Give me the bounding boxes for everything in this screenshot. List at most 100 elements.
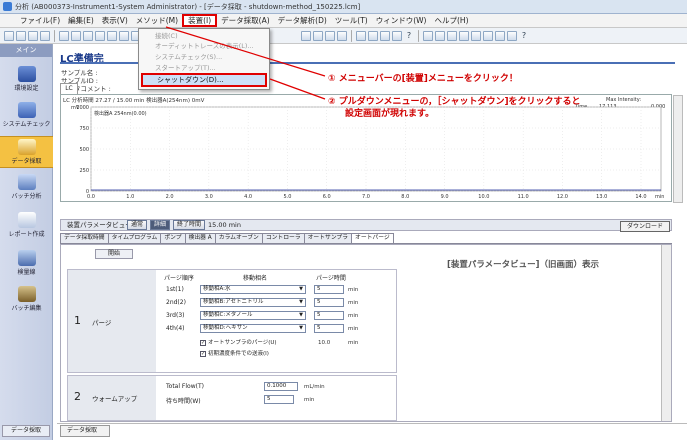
solvent-select[interactable]: 移動相A:水 ▼ [200, 285, 306, 294]
initial-condition-checkbox[interactable]: ✓ 初期濃度条件での送液(I) [200, 349, 269, 357]
help-icon[interactable]: ? [404, 31, 414, 41]
menu-window[interactable]: ウィンドウ(W) [372, 14, 431, 27]
tab-pump[interactable]: ポンプ [160, 233, 186, 243]
dropdown-item-connect[interactable]: 接続(C) [139, 31, 269, 41]
toolbar: ? ? [0, 28, 687, 44]
menu-acquisition[interactable]: データ採取(A) [217, 14, 273, 27]
menu-edit[interactable]: 編集(E) [64, 14, 98, 27]
x-tick-label: 2.0 [166, 194, 174, 200]
sidebar-item-calibration[interactable]: 検量線 [0, 248, 53, 280]
dropdown-item-system-check[interactable]: システムチェック(S)... [139, 52, 269, 62]
autosampler-purge-checkbox[interactable]: ✓ オートサンプラのパージ(U) [200, 338, 277, 346]
bottom-tab-data-acquisition[interactable]: データ採取 [60, 425, 110, 437]
checkbox-label: オートサンプラのパージ(U) [208, 340, 277, 346]
tab-time-program[interactable]: タイムプログラム [107, 233, 162, 243]
tool16-icon[interactable] [507, 30, 517, 41]
sidebar-item-environment[interactable]: 環境設定 [0, 64, 53, 96]
x-tick-label: 9.0 [441, 194, 449, 200]
tool3-icon[interactable] [325, 30, 335, 41]
tool8-icon[interactable] [392, 30, 402, 41]
menu-analysis[interactable]: データ解析(D) [274, 14, 331, 27]
tool11-icon[interactable] [447, 30, 457, 41]
sidebar-item-report[interactable]: レポート作成 [0, 210, 53, 242]
tool14-icon[interactable] [483, 30, 493, 41]
purge-time-input[interactable]: 5 [314, 311, 344, 320]
unit-label: min [348, 313, 359, 319]
dropdown-item-shutdown[interactable]: シャットダウン(D)... [141, 73, 267, 87]
tool7-icon[interactable] [380, 30, 390, 41]
purge-time-input[interactable]: 5 [314, 298, 344, 307]
menu-tools[interactable]: ツール(T) [331, 14, 372, 27]
param-view-controls: 通常 詳細 終了時間 15.00 min [127, 219, 241, 231]
tool1-icon[interactable] [301, 30, 311, 41]
new-icon[interactable] [4, 30, 14, 41]
menu-help[interactable]: ヘルプ(H) [431, 14, 473, 27]
sidebar-item-batch-edit[interactable]: バッチ編集 [0, 284, 53, 316]
purge-section: 1 パージ パージ順序 移動相名 パージ時間 1st(1) 移動相A:水 ▼ 5 … [67, 269, 397, 373]
view1-icon[interactable] [95, 30, 105, 41]
param-scrollbar[interactable] [661, 245, 671, 421]
open-icon[interactable] [16, 30, 26, 41]
paste-icon[interactable] [83, 30, 93, 41]
purge-time-input[interactable]: 5 [314, 285, 344, 294]
sidebar-item-system-check[interactable]: システムチェック [0, 100, 53, 132]
save-icon[interactable] [28, 30, 38, 41]
check-icon: ✓ [200, 339, 206, 346]
sidebar-item-label: 検量線 [17, 269, 36, 276]
chart-scrollbar[interactable] [673, 95, 683, 203]
menu-file[interactable]: ファイル(F) [16, 14, 64, 27]
solvent-value: 移動相C:メタノール [203, 312, 253, 318]
wait-time-input[interactable]: 5 [264, 395, 294, 404]
tab-autosampler[interactable]: オートサンプラ [303, 233, 353, 243]
chevron-down-icon: ▼ [299, 299, 303, 305]
dropdown-item-audit-trail[interactable]: オーディットトレースの表示(L)... [139, 41, 269, 51]
menu-instrument[interactable]: 装置(I) [182, 14, 218, 27]
purge-step-number: 1 [74, 314, 81, 327]
tab-column-oven[interactable]: カラムオーブン [214, 233, 263, 243]
window-title: 分析 (AB000373-Instrument1-System Administ… [15, 2, 361, 11]
print-icon[interactable] [40, 30, 50, 41]
tab-auto-purge[interactable]: オートパージ [351, 233, 394, 243]
download-button[interactable]: ダウンロード [620, 221, 670, 232]
cut-icon[interactable] [59, 30, 69, 41]
solvent-select[interactable]: 移動相C:メタノール ▼ [200, 311, 306, 320]
purge-time-input[interactable]: 5 [314, 324, 344, 333]
tool6-icon[interactable] [368, 30, 378, 41]
solvent-select[interactable]: 移動相D:ヘキサン ▼ [200, 324, 306, 333]
tool15-icon[interactable] [495, 30, 505, 41]
tab-detector-a[interactable]: 検出器 A [184, 233, 216, 243]
solvent-select[interactable]: 移動相B:アセトニトリル ▼ [200, 298, 306, 307]
x-unit-label: min [655, 194, 664, 200]
menu-method[interactable]: メソッド(M) [132, 14, 182, 27]
warmup-step-name: ウォームアップ [92, 395, 138, 403]
dropdown-item-startup[interactable]: スタートアップ(T)... [139, 63, 269, 73]
tool13-icon[interactable] [471, 30, 481, 41]
batch-icon [17, 174, 36, 190]
detail-button[interactable]: 詳細 [150, 220, 171, 230]
callout-step1: ① メニューバーの[装置]メニューをクリック！ [328, 74, 518, 84]
sidebar-item-label: 環境設定 [14, 85, 39, 92]
tool2-icon[interactable] [313, 30, 323, 41]
tab-acquisition-time[interactable]: データ採取時間 [60, 233, 109, 243]
chart-tab-lc[interactable]: LC [60, 83, 78, 94]
callout-step2-line2: 設定画面が現れます。 [345, 109, 435, 119]
total-flow-input[interactable]: 0.1000 [264, 382, 298, 391]
tool12-icon[interactable] [459, 30, 469, 41]
tool10-icon[interactable] [435, 30, 445, 41]
bottom-divider [57, 423, 687, 424]
x-tick-label: 14.0 [635, 194, 646, 200]
help-icon[interactable]: ? [519, 31, 529, 41]
tool4-icon[interactable] [337, 30, 347, 41]
view3-icon[interactable] [119, 30, 129, 41]
menu-view[interactable]: 表示(V) [98, 14, 132, 27]
view2-icon[interactable] [107, 30, 117, 41]
normal-button[interactable]: 通常 [127, 220, 148, 230]
tool9-icon[interactable] [423, 30, 433, 41]
copy-icon[interactable] [71, 30, 81, 41]
sidebar-item-data-acquisition[interactable]: データ採取 [0, 136, 53, 168]
sidebar-item-batch-analysis[interactable]: バッチ分析 [0, 172, 53, 204]
start-button[interactable]: 開始 [95, 249, 133, 259]
sidebar-bottom-button[interactable]: データ採取 [2, 425, 50, 437]
tab-controller[interactable]: コントローラ [261, 233, 305, 243]
tool5-icon[interactable] [356, 30, 366, 41]
